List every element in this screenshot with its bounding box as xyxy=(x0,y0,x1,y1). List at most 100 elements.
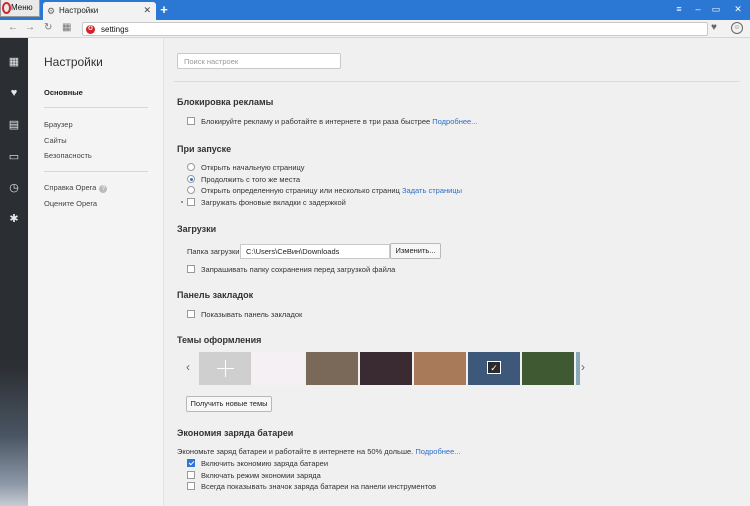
address-bar: ← → ↻ ▦ O settings ♥ ☺ xyxy=(0,20,750,38)
startup-radio-home[interactable] xyxy=(187,163,195,171)
search-input[interactable] xyxy=(177,53,341,69)
tab-title: Настройки xyxy=(59,6,99,15)
chevron-left-icon[interactable]: ‹ xyxy=(186,360,190,374)
opera-menu-button[interactable]: Меню xyxy=(0,0,40,17)
adblock-title: Блокировка рекламы xyxy=(177,97,274,107)
startup-radio-pages[interactable] xyxy=(187,186,195,194)
startup-home-label: Открыть начальную страницу xyxy=(201,163,305,172)
title-bar: Меню ⚙ Настройки ✕ + ≡ – ▭ ✕ xyxy=(0,0,750,20)
close-tab-icon[interactable]: ✕ xyxy=(143,5,151,16)
battery-icon-option[interactable]: Всегда показывать значок заряда батареи … xyxy=(187,482,436,491)
theme-tile[interactable]: ✓ xyxy=(468,352,520,385)
startup-option-pages[interactable]: Открыть определенную страницу или нескол… xyxy=(187,186,462,195)
battery-auto-option[interactable]: Включать режим экономии заряда xyxy=(187,471,321,480)
theme-tile[interactable] xyxy=(576,352,580,385)
chevron-right-icon[interactable]: › xyxy=(581,360,585,374)
url-field[interactable]: O settings xyxy=(82,22,708,36)
themes-title: Темы оформления xyxy=(177,335,262,345)
opera-page-icon: O xyxy=(86,25,95,34)
startup-radio-continue[interactable] xyxy=(187,175,195,183)
sidebar: ▦ ♥ ▤ ▭ ◷ ✱ xyxy=(0,38,28,506)
add-theme-tile[interactable] xyxy=(199,352,251,385)
divider xyxy=(44,107,148,108)
bookmarks-sidebar-icon[interactable]: ♥ xyxy=(6,85,22,101)
battery-description-text: Экономьте заряд батареи и работайте в ин… xyxy=(177,447,414,456)
change-folder-button[interactable]: Изменить... xyxy=(390,243,441,259)
battery-saver-checkbox[interactable] xyxy=(187,459,195,467)
show-bookmarks-option[interactable]: Показывать панель закладок xyxy=(187,310,302,319)
speed-dial-sidebar-icon[interactable]: ▦ xyxy=(6,54,22,70)
adblock-more-link[interactable]: Подробнее... xyxy=(432,117,477,126)
tab-menu-icon[interactable]: ≡ xyxy=(672,0,686,18)
get-themes-button[interactable]: Получить новые темы xyxy=(186,396,272,412)
history-sidebar-icon[interactable]: ◷ xyxy=(6,180,22,196)
opera-logo-icon xyxy=(2,2,11,14)
tabs-sync-sidebar-icon[interactable]: ▭ xyxy=(6,149,22,165)
close-window-icon[interactable]: ✕ xyxy=(726,0,750,18)
maximize-icon[interactable]: ▭ xyxy=(708,0,724,18)
battery-description: Экономьте заряд батареи и работайте в ин… xyxy=(177,447,461,456)
back-icon[interactable]: ← xyxy=(8,22,18,33)
delay-tabs-label: Загружать фоновые вкладки с задержкой xyxy=(201,198,346,207)
url-text: settings xyxy=(101,25,129,34)
menu-label: Меню xyxy=(11,3,33,12)
adblock-option[interactable]: Блокируйте рекламу и работайте в интерне… xyxy=(187,117,477,126)
battery-icon-label: Всегда показывать значок заряда батареи … xyxy=(201,482,437,491)
nav-item-help[interactable]: Справка Opera? xyxy=(44,183,108,193)
bookmarks-bar-title: Панель закладок xyxy=(177,290,254,300)
startup-pages-label: Открыть определенную страницу или нескол… xyxy=(201,186,400,195)
battery-auto-checkbox[interactable] xyxy=(187,471,195,479)
nav-item-browser[interactable]: Браузер xyxy=(44,120,73,129)
theme-tile[interactable] xyxy=(414,352,466,385)
battery-title: Экономия заряда батареи xyxy=(177,428,294,438)
startup-continue-label: Продолжить с того же места xyxy=(201,175,301,184)
download-path-field[interactable]: C:\Users\СеВин\Downloads xyxy=(240,244,390,259)
battery-auto-label: Включать режим экономии заряда xyxy=(201,471,321,480)
extensions-sidebar-icon[interactable]: ✱ xyxy=(6,211,22,227)
downloads-title: Загрузки xyxy=(177,224,217,234)
minimize-icon[interactable]: – xyxy=(690,0,706,18)
nav-item-rate[interactable]: Оцените Opera xyxy=(44,199,97,208)
page-title: Настройки xyxy=(44,55,103,69)
new-tab-button[interactable]: + xyxy=(158,2,170,17)
bullet xyxy=(181,201,183,203)
settings-nav: Настройки Основные Браузер Сайты Безопас… xyxy=(28,38,164,506)
adblock-checkbox[interactable] xyxy=(187,117,195,125)
theme-tile[interactable] xyxy=(360,352,412,385)
battery-saver-option[interactable]: Включить экономию заряда батареи xyxy=(187,459,328,468)
delay-tabs-checkbox[interactable] xyxy=(187,198,195,206)
startup-option-home[interactable]: Открыть начальную страницу xyxy=(187,163,305,172)
speed-dial-icon[interactable]: ▦ xyxy=(62,22,71,33)
nav-item-security[interactable]: Безопасность xyxy=(44,151,92,160)
reload-icon[interactable]: ↻ xyxy=(44,22,52,33)
gear-icon: ⚙ xyxy=(47,6,56,16)
nav-item-sites[interactable]: Сайты xyxy=(44,136,67,145)
divider xyxy=(44,171,148,172)
ask-folder-checkbox[interactable] xyxy=(187,265,195,273)
account-icon[interactable]: ☺ xyxy=(731,22,743,34)
divider xyxy=(174,81,740,82)
check-icon: ✓ xyxy=(487,361,501,374)
startup-option-continue[interactable]: Продолжить с того же места xyxy=(187,175,300,184)
help-label: Справка Opera xyxy=(44,183,97,192)
show-bookmarks-label: Показывать панель закладок xyxy=(201,310,303,319)
settings-content: Блокировка рекламы Блокируйте рекламу и … xyxy=(164,38,750,506)
news-sidebar-icon[interactable]: ▤ xyxy=(6,117,22,133)
bookmark-heart-icon[interactable]: ♥ xyxy=(711,22,717,33)
nav-item-basic[interactable]: Основные xyxy=(44,88,83,97)
tab-settings[interactable]: ⚙ Настройки ✕ xyxy=(43,2,156,20)
set-pages-link[interactable]: Задать страницы xyxy=(402,186,462,195)
ask-folder-option[interactable]: Запрашивать папку сохранения перед загру… xyxy=(187,265,395,274)
battery-saver-label: Включить экономию заряда батареи xyxy=(201,459,329,468)
startup-title: При запуске xyxy=(177,144,232,154)
theme-tile[interactable] xyxy=(252,352,304,385)
ask-folder-label: Запрашивать папку сохранения перед загру… xyxy=(201,265,396,274)
forward-icon[interactable]: → xyxy=(25,22,35,33)
help-icon: ? xyxy=(99,185,108,193)
battery-more-link[interactable]: Подробнее... xyxy=(415,447,460,456)
delay-tabs-option[interactable]: Загружать фоновые вкладки с задержкой xyxy=(187,198,346,207)
battery-icon-checkbox[interactable] xyxy=(187,482,195,490)
theme-tile[interactable] xyxy=(306,352,358,385)
theme-tile[interactable] xyxy=(522,352,574,385)
show-bookmarks-checkbox[interactable] xyxy=(187,310,195,318)
